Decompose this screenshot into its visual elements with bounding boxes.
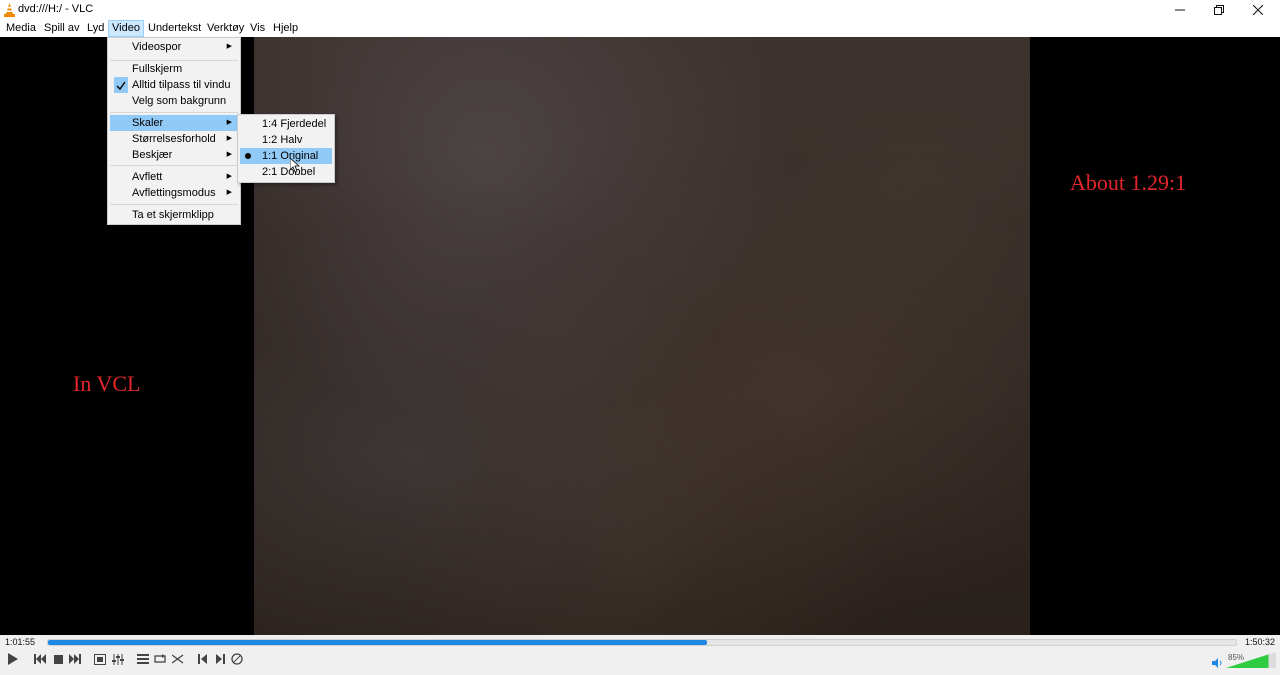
menu-separator [110, 204, 238, 205]
video-menu-item-videospor[interactable]: Videospor ▶ [110, 39, 238, 55]
menu-media[interactable]: Media [3, 21, 39, 36]
menu-tools[interactable]: Verktøy [204, 21, 247, 36]
submenu-arrow-icon: ▶ [226, 189, 232, 196]
speaker-icon [1211, 658, 1221, 668]
menu-item-label: Skaler [132, 117, 164, 129]
menu-view[interactable]: Vis [247, 21, 268, 36]
video-menu-item-crop[interactable]: Beskjær ▶ [110, 147, 238, 163]
loop-ab-button[interactable] [229, 651, 245, 667]
mouse-cursor-icon [290, 158, 300, 173]
menu-audio[interactable]: Lyd [84, 21, 107, 36]
playlist-button[interactable] [135, 651, 151, 667]
stop-button[interactable] [50, 651, 66, 667]
volume-slider[interactable] [1226, 652, 1276, 668]
play-button[interactable] [4, 650, 22, 668]
video-menu-item-deinterlace-mode[interactable]: Avflettingsmodus ▶ [110, 185, 238, 201]
radio-selected-icon [245, 153, 251, 159]
title-bar: dvd:///H:/ - VLC [0, 0, 1280, 20]
seek-bar-progress [48, 640, 708, 645]
menu-item-label: Avflett [132, 171, 163, 183]
video-menu-item-wallpaper[interactable]: Velg som bakgrunn [110, 93, 238, 109]
shuffle-button[interactable] [170, 651, 186, 667]
extended-settings-button[interactable] [110, 651, 126, 667]
loop-button[interactable] [152, 651, 168, 667]
video-menu: Videospor ▶ Fullskjerm Alltid tilpass ti… [107, 37, 241, 225]
menu-item-label: 1:4 Fjerdedel [262, 118, 327, 130]
elapsed-time: 1:01:55 [5, 637, 36, 647]
stop-icon [53, 654, 63, 664]
loop-icon [154, 654, 166, 663]
submenu-arrow-icon: ▶ [226, 173, 232, 180]
fullscreen-button[interactable] [92, 651, 108, 667]
mute-button[interactable] [1210, 655, 1224, 671]
video-menu-item-fullscreen[interactable]: Fullskjerm [110, 61, 238, 77]
menu-separator [110, 165, 238, 166]
loop-ab-icon [231, 653, 243, 665]
playlist-icon [137, 654, 149, 664]
menu-separator [110, 112, 238, 113]
close-button[interactable] [1239, 0, 1277, 20]
minimize-icon [1175, 9, 1185, 11]
fullscreen-icon [94, 653, 106, 665]
window-title: dvd:///H:/ - VLC [18, 3, 94, 15]
menu-item-label: Ta et skjermklipp [132, 209, 214, 221]
equalizer-icon [112, 653, 124, 665]
restore-icon [1214, 5, 1224, 15]
previous-icon [34, 654, 46, 664]
menu-item-label: Beskjær [132, 149, 173, 161]
video-frame [254, 37, 1030, 635]
frame-back-button[interactable] [195, 651, 211, 667]
minimize-button[interactable] [1161, 0, 1199, 20]
submenu-arrow-icon: ▶ [226, 43, 232, 50]
menu-bar: Media Spill av Lyd Video Undertekst Verk… [0, 20, 1280, 37]
menu-item-label: Velg som bakgrunn [132, 95, 227, 107]
vlc-cone-icon [4, 3, 15, 17]
video-menu-item-scale[interactable]: Skaler ▶ [110, 115, 238, 131]
overlay-left-text: In VCL [73, 371, 141, 396]
scale-item-double[interactable]: 2:1 Dobbel [240, 164, 332, 180]
menu-video[interactable]: Video [108, 20, 144, 37]
next-icon [69, 654, 81, 664]
checkmark-icon [114, 77, 128, 93]
menu-item-label: Størrelsesforhold [132, 133, 216, 145]
control-bar: 1:01:55 1:50:32 85% [0, 635, 1280, 675]
frame-back-icon [198, 654, 207, 664]
menu-item-label: Alltid tilpass til vindu [132, 79, 231, 91]
play-icon [8, 653, 18, 665]
video-menu-item-aspect-ratio[interactable]: Størrelsesforhold ▶ [110, 131, 238, 147]
video-menu-item-fit-window[interactable]: Alltid tilpass til vindu [110, 77, 238, 93]
video-menu-item-snapshot[interactable]: Ta et skjermklipp [110, 207, 238, 223]
menu-subtitle[interactable]: Undertekst [145, 21, 204, 36]
frame-forward-icon [216, 654, 225, 664]
menu-item-label: 1:2 Halv [262, 134, 303, 146]
previous-button[interactable] [32, 651, 48, 667]
menu-item-label: Fullskjerm [132, 63, 183, 75]
volume-level [1226, 654, 1269, 668]
next-button[interactable] [67, 651, 83, 667]
submenu-arrow-icon: ▶ [226, 151, 232, 158]
submenu-arrow-icon: ▶ [226, 119, 232, 126]
scale-item-quarter[interactable]: 1:4 Fjerdedel [240, 116, 332, 132]
close-icon [1253, 5, 1263, 15]
menu-item-label: 2:1 Dobbel [262, 166, 316, 178]
overlay-right-text: About 1.29:1 [1070, 170, 1187, 195]
scale-item-original[interactable]: 1:1 Original [240, 148, 332, 164]
menu-playback[interactable]: Spill av [41, 21, 82, 36]
restore-button[interactable] [1200, 0, 1238, 20]
shuffle-icon [172, 654, 184, 664]
scale-item-half[interactable]: 1:2 Halv [240, 132, 332, 148]
menu-item-label: Videospor [132, 41, 182, 53]
video-menu-item-deinterlace[interactable]: Avflett ▶ [110, 169, 238, 185]
scale-submenu: 1:4 Fjerdedel 1:2 Halv 1:1 Original 2:1 … [237, 114, 335, 183]
frame-forward-button[interactable] [212, 651, 228, 667]
seek-bar[interactable] [47, 639, 1237, 646]
menu-item-label: Avflettingsmodus [132, 187, 216, 199]
total-time: 1:50:32 [1245, 637, 1276, 647]
menu-help[interactable]: Hjelp [270, 21, 301, 36]
submenu-arrow-icon: ▶ [226, 135, 232, 142]
